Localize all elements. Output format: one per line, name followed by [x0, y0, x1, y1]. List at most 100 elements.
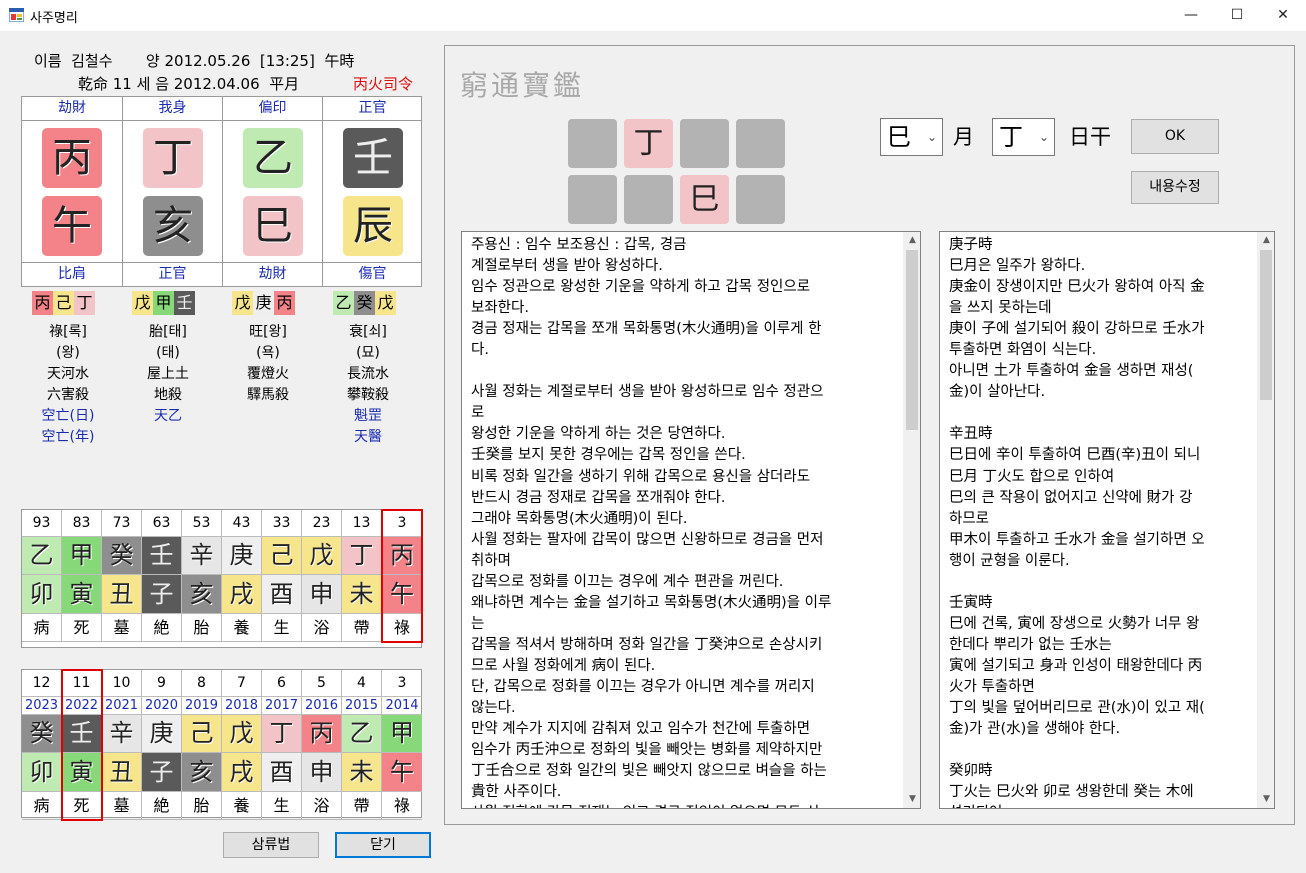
hidden-stem: 壬 [174, 291, 195, 315]
info-line: (묘) [356, 345, 380, 361]
hidden-stem: 戊 [375, 291, 396, 315]
grid-cell-stems: 辛 [102, 715, 142, 753]
grid-cell-years: 2017 [262, 697, 302, 715]
grid-cell-stems: 己 [182, 715, 222, 753]
branch-square [736, 175, 785, 224]
pillar-branch: 巳 [243, 196, 303, 256]
grid-cell-ages: 9 [142, 670, 182, 697]
grid-cell-stems: 癸 [22, 715, 62, 753]
info-line: 覆燈火 [247, 366, 289, 382]
grid-cell-branches: 未 [342, 575, 382, 614]
daystem-select[interactable]: 丁 ⌄ [992, 118, 1055, 156]
grid-cell-ages: 73 [102, 510, 142, 537]
grid-cell-branches: 戌 [222, 753, 262, 792]
close-button[interactable]: 닫기 [335, 832, 431, 858]
grid-cell-years: 2014 [382, 697, 422, 715]
grid-cell-stages: 死 [62, 614, 102, 642]
four-pillars-panel: 劫財丙午比肩 我身丁亥正官 偏印乙巳劫財 正官壬辰傷官 [21, 96, 422, 287]
grid-cell-branches: 亥 [182, 753, 222, 792]
hidden-stem: 庚 [253, 291, 274, 315]
grid-cell-branches: 午 [382, 753, 422, 792]
current-period-highlight [61, 669, 103, 821]
app-icon [9, 8, 24, 22]
chevron-down-icon: ⌄ [1038, 130, 1049, 144]
grid-cell-branches: 亥 [182, 575, 222, 614]
info-line-blue: 魁罡 [354, 408, 382, 424]
grid-cell-years: 2021 [102, 697, 142, 715]
maximize-icon: ☐ [1230, 7, 1244, 23]
stem-square: 丁 [624, 119, 673, 168]
grid-cell-stems: 庚 [142, 715, 182, 753]
grid-cell-stages: 胎 [182, 614, 222, 642]
grid-cell-stages: 浴 [302, 792, 342, 820]
pillar-branch: 午 [42, 196, 102, 256]
grid-cell-years: 2015 [342, 697, 382, 715]
grid-cell-stages: 生 [262, 614, 302, 642]
grid-cell-stems: 乙 [22, 537, 62, 575]
samryu-button[interactable]: 삼류법 [223, 832, 319, 858]
info-line: (왕) [56, 345, 80, 361]
grid-cell-stages: 浴 [302, 614, 342, 642]
grid-cell-branches: 子 [142, 575, 182, 614]
daeun-grid: 93 83 73 63 53 43 33 23 13 3 乙甲癸壬辛庚己戊丁丙卯寅丑子亥戌酉申未午病… [21, 509, 423, 648]
grid-cell-branches: 子 [142, 753, 182, 792]
pillar-stem: 丙 [42, 128, 102, 188]
grid-cell-stages: 祿 [382, 792, 422, 820]
book-title-logo: 窮通寶鑑 [460, 69, 585, 102]
hidden-stem: 丙 [32, 291, 53, 315]
info-line: 屋上土 [147, 366, 189, 382]
hidden-stems: 戊甲壬 [132, 291, 195, 315]
grid-cell-ages: 13 [342, 510, 382, 537]
grid-cell-branches: 酉 [262, 575, 302, 614]
scroll-up-icon[interactable]: ▲ [904, 232, 920, 249]
maximize-button[interactable]: ☐ [1214, 0, 1260, 31]
close-window-button[interactable]: ✕ [1260, 0, 1306, 31]
stem-square [680, 119, 729, 168]
grid-cell-years: 2018 [222, 697, 262, 715]
grid-cell-years: 2020 [142, 697, 182, 715]
hidden-stem: 己 [53, 291, 74, 315]
grid-cell-stages: 病 [22, 792, 62, 820]
grid-cell-branches: 戌 [222, 575, 262, 614]
info-line: 六害殺 [47, 387, 89, 403]
info-line: 旺[왕] [249, 324, 287, 340]
hidden-stems: 丙己丁 [32, 291, 95, 315]
grid-cell-stems: 乙 [342, 715, 382, 753]
grid-cell-ages: 4 [342, 670, 382, 697]
scroll-thumb[interactable] [1260, 250, 1272, 400]
main-text-scrollbar[interactable]: ▲ ▼ [903, 232, 920, 808]
pillar-bottom-label: 傷官 [323, 262, 422, 286]
ok-button[interactable]: OK [1131, 119, 1219, 154]
info-line: (태) [156, 345, 180, 361]
seun-grid: 12 11 10 9 8 7 6 5 4 3 2023 2022 2021 2020 2019 2018 201… [21, 669, 422, 821]
grid-cell-branches: 申 [302, 753, 342, 792]
side-text-area[interactable]: 庚子時 巳月은 일주가 왕하다. 庚金이 장생이지만 巳火가 왕하여 아직 金 … [939, 231, 1275, 809]
scroll-down-icon[interactable]: ▼ [1258, 791, 1274, 808]
minimize-button[interactable]: — [1168, 0, 1214, 31]
main-text-area[interactable]: 주용신 : 임수 보조용신 : 갑목, 경금 계절로부터 생을 받아 왕성하다.… [461, 231, 921, 809]
scroll-up-icon[interactable]: ▲ [1258, 232, 1274, 249]
grid-cell-stages: 帶 [342, 792, 382, 820]
pillar-column: 正官壬辰傷官 [322, 97, 422, 286]
grid-cell-stages: 養 [222, 792, 262, 820]
side-text-scrollbar[interactable]: ▲ ▼ [1257, 232, 1274, 808]
grid-cell-stems: 丙 [302, 715, 342, 753]
grid-cell-ages: 63 [142, 510, 182, 537]
grid-cell-ages: 93 [22, 510, 62, 537]
hidden-stems: 戊庚丙 [232, 291, 295, 315]
pillar-info: 旺[왕] (욕) 覆燈火 驛馬殺 [218, 322, 318, 406]
scroll-thumb[interactable] [906, 250, 918, 430]
month-select[interactable]: 巳 ⌄ [880, 118, 943, 156]
hidden-stem: 丁 [74, 291, 95, 315]
chevron-down-icon: ⌄ [926, 130, 937, 144]
info-line: 長流水 [347, 366, 389, 382]
grid-cell-stems: 丁 [342, 537, 382, 575]
edit-content-button[interactable]: 내용수정 [1131, 171, 1219, 204]
grid-cell-ages: 5 [302, 670, 342, 697]
minimize-icon: — [1184, 7, 1198, 23]
pillar-top-label: 我身 [123, 97, 222, 121]
grid-cell-stages: 絶 [142, 614, 182, 642]
info-line: 地殺 [154, 387, 182, 403]
person-info-line: 이름 김철수 양 2012.05.26 [13:25] 午時 [34, 52, 355, 70]
scroll-down-icon[interactable]: ▼ [904, 791, 920, 808]
